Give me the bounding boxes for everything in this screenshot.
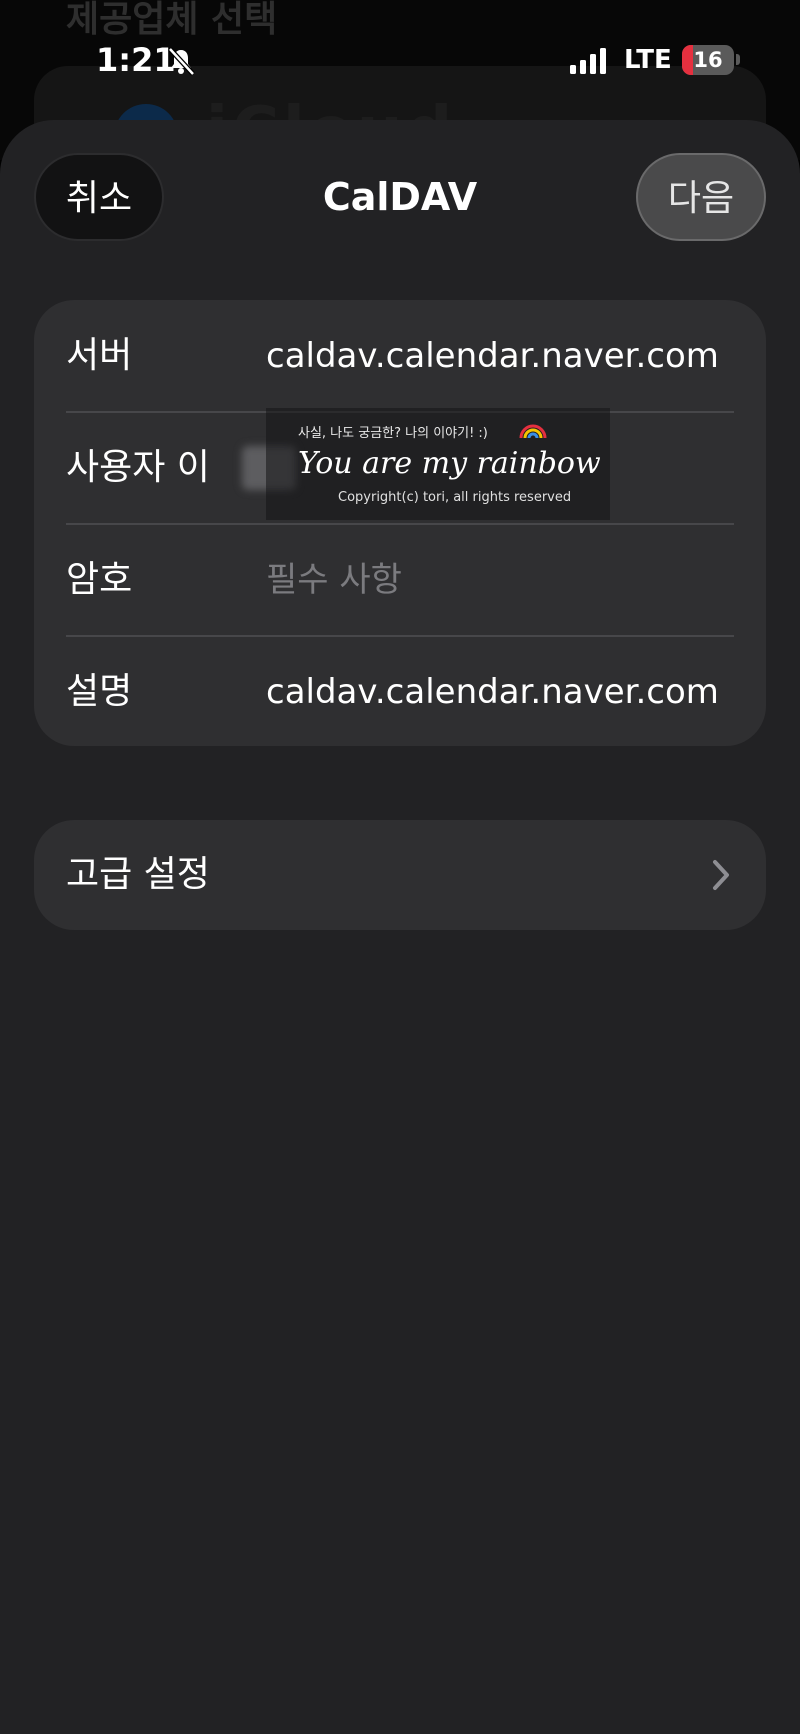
next-button[interactable]: 다음 (636, 153, 766, 241)
chevron-right-icon (713, 860, 729, 890)
watermark-tagline: 사실, 나도 궁금한? 나의 이야기! :) (298, 426, 488, 441)
battery-icon: 16 (682, 45, 734, 75)
watermark: 사실, 나도 궁금한? 나의 이야기! :) You are my rainbo… (266, 408, 610, 520)
battery-nub (736, 54, 740, 65)
username-label: 사용자 이 (66, 447, 210, 488)
status-bar: 1:21 LTE 16 (0, 36, 800, 84)
description-label: 설명 (66, 671, 133, 712)
account-form: 서버 caldav.calendar.naver.com 사용자 이 암호 필수… (34, 300, 766, 746)
password-label: 암호 (66, 559, 133, 600)
watermark-copyright: Copyright(c) tori, all rights reserved (338, 490, 572, 505)
password-row[interactable]: 암호 필수 사항 (66, 524, 734, 636)
status-time: 1:21 (96, 41, 176, 79)
rainbow-icon (519, 424, 547, 439)
server-field[interactable]: caldav.calendar.naver.com (266, 300, 719, 412)
cancel-button[interactable]: 취소 (34, 153, 164, 241)
advanced-settings-button[interactable]: 고급 설정 (34, 820, 766, 930)
description-row[interactable]: 설명 caldav.calendar.naver.com (66, 636, 734, 748)
server-label: 서버 (66, 335, 133, 376)
background-page-title: 제공업체 선택 (66, 0, 278, 40)
password-field[interactable]: 필수 사항 (266, 524, 402, 636)
advanced-settings-label: 고급 설정 (66, 854, 210, 895)
watermark-title: You are my rainbow (298, 446, 601, 481)
server-row[interactable]: 서버 caldav.calendar.naver.com (66, 300, 734, 412)
description-field[interactable]: caldav.calendar.naver.com (266, 636, 719, 748)
battery-level: 16 (693, 48, 723, 72)
caldav-sheet: CalDAV 취소 다음 서버 caldav.calendar.naver.co… (0, 120, 800, 1734)
signal-icon (570, 48, 606, 74)
bell-slash-icon (168, 47, 195, 76)
network-type: LTE (624, 45, 672, 75)
